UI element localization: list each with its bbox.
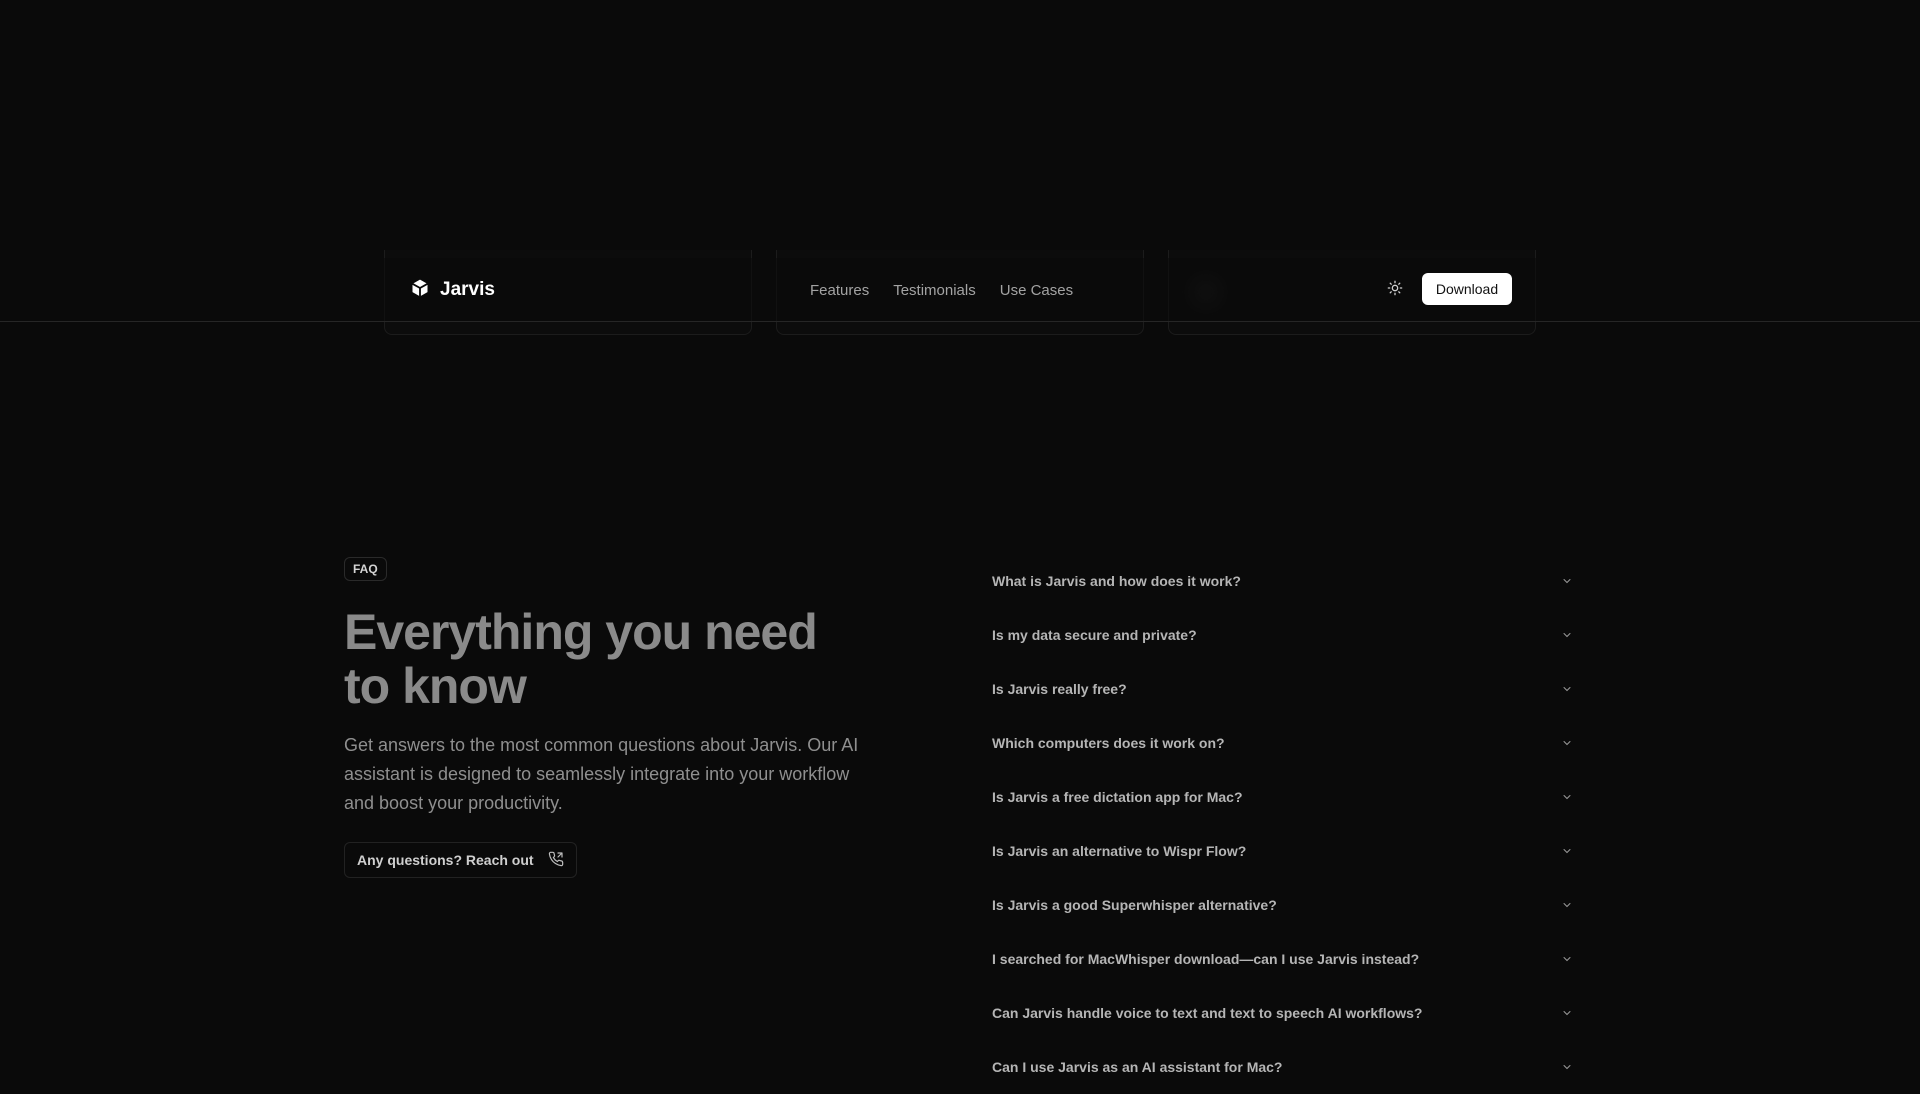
- chevron-down-icon: [1560, 628, 1574, 642]
- faq-question: Can I use Jarvis as an AI assistant for …: [992, 1059, 1283, 1075]
- faq-item[interactable]: Can I use Jarvis as an AI assistant for …: [992, 1040, 1574, 1094]
- faq-item[interactable]: Can Jarvis handle voice to text and text…: [992, 986, 1574, 1040]
- faq-item[interactable]: Is Jarvis an alternative to Wispr Flow?: [992, 824, 1574, 878]
- faq-item[interactable]: What is Jarvis and how does it work?: [992, 554, 1574, 608]
- faq-question: Which computers does it work on?: [992, 735, 1225, 751]
- sun-icon: [1387, 280, 1403, 301]
- faq-question: What is Jarvis and how does it work?: [992, 573, 1241, 589]
- faq-item[interactable]: Is Jarvis really free?: [992, 662, 1574, 716]
- faq-question: Is Jarvis an alternative to Wispr Flow?: [992, 843, 1247, 859]
- brand[interactable]: Jarvis: [410, 258, 495, 322]
- chevron-down-icon: [1560, 682, 1574, 696]
- chevron-down-icon: [1560, 790, 1574, 804]
- cube-logo-icon: [410, 278, 430, 303]
- reach-out-label: Any questions? Reach out: [357, 852, 534, 868]
- faq-item[interactable]: Is Jarvis a free dictation app for Mac?: [992, 770, 1574, 824]
- chevron-down-icon: [1560, 736, 1574, 750]
- download-button[interactable]: Download: [1422, 273, 1512, 305]
- chevron-down-icon: [1560, 952, 1574, 966]
- nav-link-use-cases[interactable]: Use Cases: [1000, 282, 1073, 299]
- nav-link-testimonials[interactable]: Testimonials: [893, 282, 976, 299]
- faq-item[interactable]: Which computers does it work on?: [992, 716, 1574, 770]
- reach-out-button[interactable]: Any questions? Reach out: [344, 842, 577, 878]
- faq-intro: FAQ Everything you need to know Get answ…: [344, 557, 874, 878]
- faq-item[interactable]: Is Jarvis a good Superwhisper alternativ…: [992, 878, 1574, 932]
- nav-links: Features Testimonials Use Cases: [810, 258, 1073, 322]
- faq-question: I searched for MacWhisper download—can I…: [992, 951, 1420, 967]
- faq-item[interactable]: I searched for MacWhisper download—can I…: [992, 932, 1574, 986]
- faq-title: Everything you need to know: [344, 604, 818, 714]
- faq-badge: FAQ: [344, 557, 387, 581]
- top-navbar: Jarvis Features Testimonials Use Cases D…: [0, 258, 1920, 322]
- chevron-down-icon: [1560, 1006, 1574, 1020]
- phone-icon: [548, 851, 564, 870]
- faq-description: Get answers to the most common questions…: [344, 735, 859, 813]
- faq-item[interactable]: Is my data secure and private?: [992, 608, 1574, 662]
- chevron-down-icon: [1560, 844, 1574, 858]
- faq-accordion: What is Jarvis and how does it work? Is …: [992, 554, 1574, 1094]
- faq-question: Is Jarvis a good Superwhisper alternativ…: [992, 897, 1277, 913]
- faq-question: Is Jarvis really free?: [992, 681, 1127, 697]
- theme-toggle-button[interactable]: [1384, 279, 1406, 301]
- faq-question: Is my data secure and private?: [992, 627, 1197, 643]
- nav-link-features[interactable]: Features: [810, 282, 869, 299]
- chevron-down-icon: [1560, 898, 1574, 912]
- faq-question: Can Jarvis handle voice to text and text…: [992, 1005, 1423, 1021]
- faq-question: Is Jarvis a free dictation app for Mac?: [992, 789, 1243, 805]
- chevron-down-icon: [1560, 1060, 1574, 1074]
- chevron-down-icon: [1560, 574, 1574, 588]
- brand-name: Jarvis: [440, 279, 495, 300]
